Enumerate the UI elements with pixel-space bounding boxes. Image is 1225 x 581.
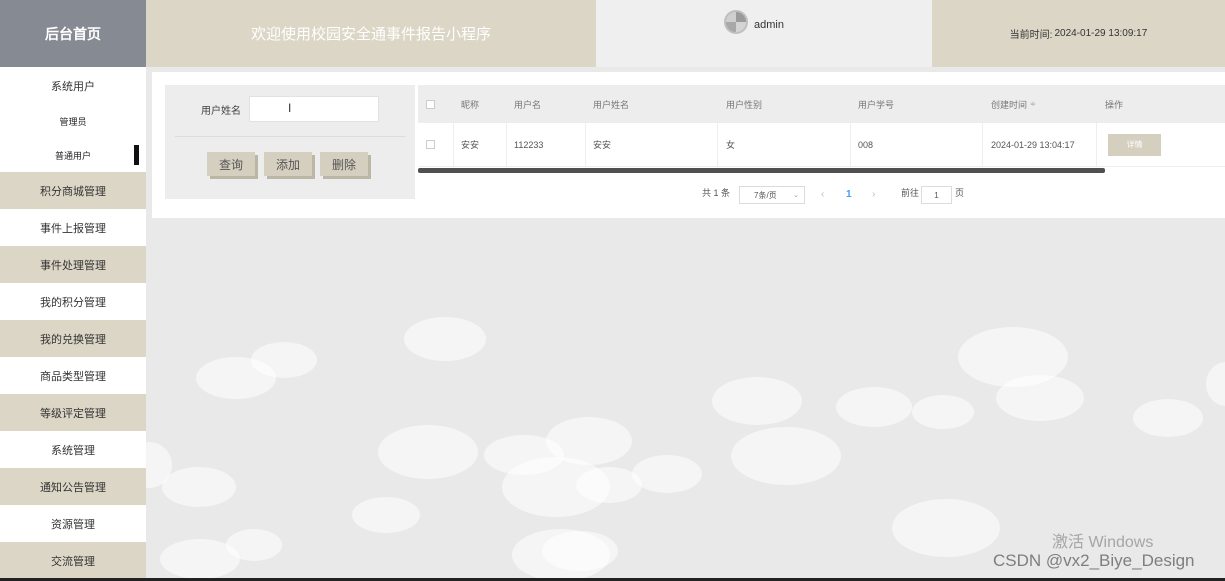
current-time: 当前时间: 2024-01-29 13:09:17 xyxy=(932,0,1225,67)
table-row: 安安 112233 安安 女 008 2024-01-29 13:04:17 详… xyxy=(418,123,1225,167)
chevron-down-icon: ⌄ xyxy=(793,192,799,199)
col-nickname: 昵称 xyxy=(461,99,480,110)
bg-bubble xyxy=(542,531,618,571)
search-label: 用户姓名 xyxy=(201,106,241,117)
sidebar-item-resources[interactable]: 资源管理 xyxy=(0,505,146,542)
goto-label: 前往 xyxy=(901,188,920,198)
sidebar-item-event-handling[interactable]: 事件处理管理 xyxy=(0,246,146,283)
top-header: 后台首页 欢迎使用校园安全通事件报告小程序 admin 当前时间: 2024-0… xyxy=(0,0,1225,67)
user-box xyxy=(596,0,932,67)
bg-bubble xyxy=(712,377,802,425)
cell-nickname: 安安 xyxy=(453,123,507,166)
sort-icon[interactable]: ≑ xyxy=(1030,100,1036,108)
prev-page-icon[interactable]: ‹ xyxy=(821,189,824,200)
current-page-number[interactable]: 1 xyxy=(846,189,852,200)
page-size-select[interactable]: 7条/页 ⌄ xyxy=(739,186,805,204)
table-horizontal-scrollbar[interactable] xyxy=(418,168,1105,173)
brand-title[interactable]: 后台首页 xyxy=(0,0,146,67)
bg-bubble xyxy=(1206,362,1225,406)
col-student-id: 用户学号 xyxy=(858,99,895,110)
table-header: 昵称 用户名 用户姓名 用户性别 用户学号 创建时间 ≑ 操作 xyxy=(418,85,1225,123)
cell-student-id: 008 xyxy=(850,123,983,166)
col-created[interactable]: 创建时间 ≑ xyxy=(983,85,1097,123)
select-all-checkbox[interactable] xyxy=(426,99,435,109)
cell-name: 安安 xyxy=(585,123,718,166)
sidebar-item-points-mall[interactable]: 积分商城管理 xyxy=(0,172,146,209)
detail-button[interactable]: 详情 xyxy=(1108,133,1161,156)
cell-username: 112233 xyxy=(506,123,586,166)
page-unit-label: 页 xyxy=(955,188,965,198)
bg-bubble xyxy=(892,499,1000,557)
sidebar-item-my-exchange[interactable]: 我的兑换管理 xyxy=(0,320,146,357)
sidebar-subitem-normal-user[interactable]: 普通用户 xyxy=(0,138,146,172)
col-created-label: 创建时间 xyxy=(991,99,1028,110)
csdn-watermark: CSDN @vx2_Biye_Design xyxy=(993,551,1195,570)
bg-bubble xyxy=(251,342,317,378)
sidebar-item-my-points[interactable]: 我的积分管理 xyxy=(0,283,146,320)
col-username: 用户名 xyxy=(514,99,542,110)
cell-gender: 女 xyxy=(718,123,851,166)
col-gender: 用户性别 xyxy=(726,99,763,110)
user-table: 昵称 用户名 用户姓名 用户性别 用户学号 创建时间 ≑ 操作 安安 11223… xyxy=(418,85,1225,175)
welcome-banner: 欢迎使用校园安全通事件报告小程序 xyxy=(146,0,596,67)
bg-bubble xyxy=(912,395,974,429)
bg-bubble xyxy=(836,387,912,427)
bg-bubble xyxy=(404,317,486,361)
bg-bubble xyxy=(996,375,1084,421)
avatar-icon[interactable] xyxy=(724,10,748,34)
bg-bubble xyxy=(632,455,702,493)
user-name-search-input[interactable] xyxy=(249,96,379,122)
header-select-cell xyxy=(418,85,454,123)
sidebar-item-level-rating[interactable]: 等级评定管理 xyxy=(0,394,146,431)
bg-bubble xyxy=(352,497,420,533)
bg-bubble xyxy=(162,467,236,507)
time-label: 当前时间: xyxy=(1009,30,1053,41)
text-cursor-icon: I xyxy=(288,101,292,115)
delete-button[interactable]: 删除 xyxy=(320,152,368,176)
row-select-cell xyxy=(418,123,454,166)
page-size-value: 7条/页 xyxy=(754,190,777,200)
cell-actions: 详情 xyxy=(1097,123,1225,166)
time-value: 2024-01-29 13:09:17 xyxy=(1054,28,1148,39)
row-checkbox[interactable] xyxy=(426,140,435,149)
username[interactable]: admin xyxy=(754,19,784,31)
sidebar: 系统用户 管理员 普通用户 积分商城管理 事件上报管理 事件处理管理 我的积分管… xyxy=(0,67,146,581)
cell-created: 2024-01-29 13:04:17 xyxy=(983,123,1097,166)
sidebar-item-communication[interactable]: 交流管理 xyxy=(0,542,146,579)
sidebar-item-system-users[interactable]: 系统用户 xyxy=(0,67,146,104)
col-actions: 操作 xyxy=(1105,99,1124,110)
active-indicator xyxy=(134,145,139,165)
sidebar-item-event-report[interactable]: 事件上报管理 xyxy=(0,209,146,246)
windows-activation-watermark: 激活 Windows xyxy=(1052,534,1154,551)
sidebar-subitem-label: 普通用户 xyxy=(54,150,91,161)
sidebar-subitem-admin[interactable]: 管理员 xyxy=(0,104,146,138)
next-page-icon[interactable]: › xyxy=(872,189,875,200)
bg-bubble xyxy=(378,425,478,479)
bg-bubble xyxy=(1133,399,1203,437)
search-divider xyxy=(175,136,405,137)
sidebar-item-system-management[interactable]: 系统管理 xyxy=(0,431,146,468)
goto-page-input[interactable] xyxy=(921,186,952,204)
pagination-total: 共 1 条 xyxy=(702,188,731,198)
bg-bubble xyxy=(731,427,841,485)
bg-bubble xyxy=(226,529,282,561)
add-button[interactable]: 添加 xyxy=(264,152,312,176)
col-name: 用户姓名 xyxy=(593,99,630,110)
query-button[interactable]: 查询 xyxy=(207,152,255,176)
bg-bubble xyxy=(546,417,632,465)
sidebar-item-notices[interactable]: 通知公告管理 xyxy=(0,468,146,505)
sidebar-item-product-type[interactable]: 商品类型管理 xyxy=(0,357,146,394)
